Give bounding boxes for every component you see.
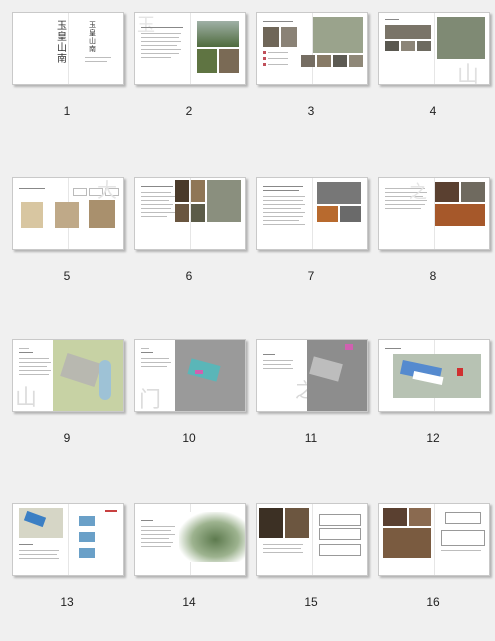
page-number: 6 [185,269,193,283]
page-number: 4 [429,104,437,118]
page-preview: 山 [378,12,490,85]
page-thumbnail-11[interactable]: 之 11 [256,327,378,477]
page-number: 11 [304,431,318,445]
page-preview: 门 [134,339,246,412]
page-preview: 玉 [134,12,246,85]
page-preview: 之 [256,339,368,412]
page-number: 16 [426,595,440,609]
page-thumbnail-9[interactable]: 山 9 [12,327,134,477]
page-thumbnail-2[interactable]: 玉 2 [134,0,256,150]
page-number: 1 [63,104,71,118]
page-thumbnail-6[interactable]: 6 [134,165,256,315]
page-preview [256,12,368,85]
page-thumbnail-10[interactable]: 门 10 [134,327,256,477]
page-preview [134,503,246,576]
page-thumbnail-1[interactable]: 玉皇山南 玉皇山南 1 [12,0,134,150]
page-number: 3 [307,104,315,118]
page-preview [12,503,124,576]
page-preview [134,177,246,250]
page-thumbnail-grid: 玉皇山南 玉皇山南 1 玉 2 3 山 4 大 5 6 7 之 8 山 9 门 … [0,0,495,619]
page-number: 5 [63,269,71,283]
page-preview [378,503,490,576]
page-thumbnail-7[interactable]: 7 [256,165,378,315]
cover-title-small: 玉皇山南 [89,21,96,53]
page-preview [256,503,368,576]
page-preview [378,339,490,412]
page-number: 13 [60,595,74,609]
page-preview: 大 [12,177,124,250]
page-number: 14 [182,595,196,609]
page-number: 15 [304,595,318,609]
page-preview: 山 [12,339,124,412]
page-thumbnail-5[interactable]: 大 5 [12,165,134,315]
page-number: 8 [429,269,437,283]
page-thumbnail-8[interactable]: 之 8 [378,165,495,315]
page-number: 7 [307,269,315,283]
page-number: 9 [63,431,71,445]
page-preview: 玉皇山南 玉皇山南 [12,12,124,85]
page-number: 10 [182,431,196,445]
page-number: 2 [185,104,193,118]
cover-title: 玉皇山南 [57,21,67,65]
page-thumbnail-3[interactable]: 3 [256,0,378,150]
page-preview: 之 [378,177,490,250]
page-preview [256,177,368,250]
page-number: 12 [426,431,440,445]
page-thumbnail-4[interactable]: 山 4 [378,0,495,150]
page-thumbnail-12[interactable]: 12 [378,327,495,477]
